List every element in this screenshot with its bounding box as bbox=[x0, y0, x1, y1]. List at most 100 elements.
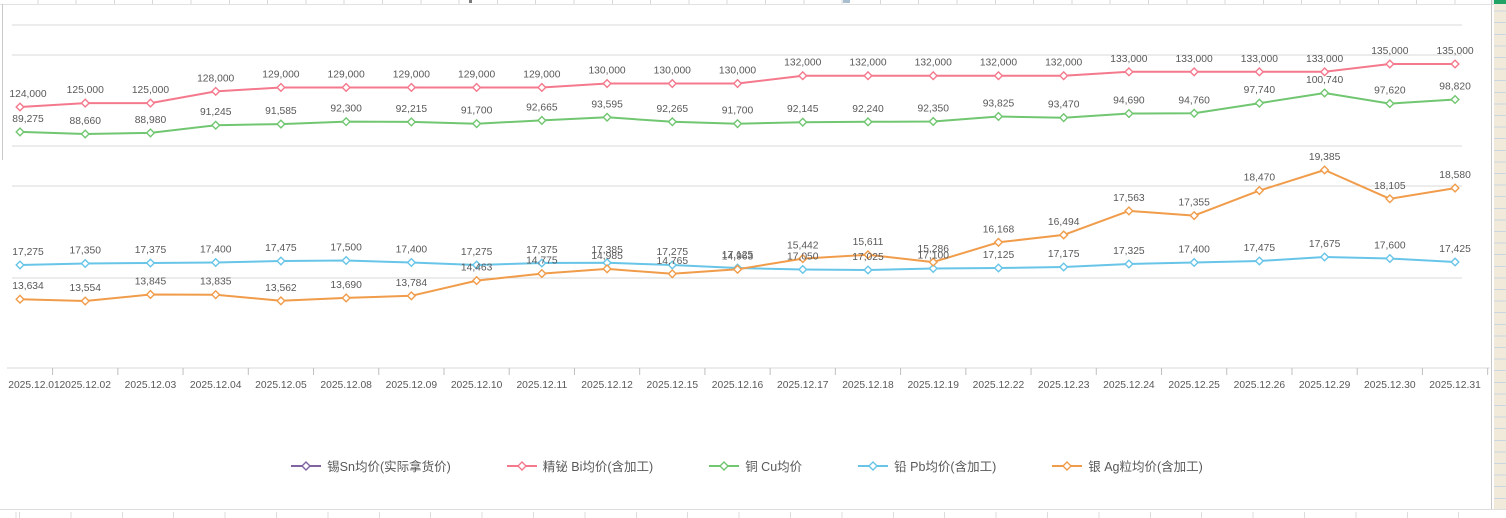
svg-text:13,562: 13,562 bbox=[265, 283, 297, 294]
svg-text:15,442: 15,442 bbox=[787, 241, 819, 252]
svg-text:133,000: 133,000 bbox=[1306, 54, 1343, 65]
svg-text:17,325: 17,325 bbox=[1113, 246, 1145, 257]
svg-text:129,000: 129,000 bbox=[458, 70, 495, 81]
cell-column-borders bbox=[0, 512, 1494, 518]
svg-text:16,494: 16,494 bbox=[1048, 217, 1080, 228]
svg-text:2025.12.12: 2025.12.12 bbox=[581, 380, 633, 391]
legend-marker-icon bbox=[858, 460, 888, 472]
legend-label: 银 Ag粒均价(含加工) bbox=[1088, 456, 1203, 475]
svg-text:2025.12.08: 2025.12.08 bbox=[320, 380, 372, 391]
svg-text:2025.12.11: 2025.12.11 bbox=[516, 380, 567, 391]
svg-text:2025.12.30: 2025.12.30 bbox=[1364, 380, 1416, 391]
svg-text:130,000: 130,000 bbox=[719, 66, 756, 77]
svg-text:14,985: 14,985 bbox=[591, 251, 623, 262]
svg-text:129,000: 129,000 bbox=[328, 70, 365, 81]
svg-text:17,400: 17,400 bbox=[396, 245, 428, 256]
svg-text:2025.12.02: 2025.12.02 bbox=[59, 380, 111, 391]
legend-marker-icon bbox=[709, 460, 739, 472]
svg-text:92,265: 92,265 bbox=[657, 104, 689, 115]
svg-text:92,350: 92,350 bbox=[917, 104, 949, 115]
svg-text:17,675: 17,675 bbox=[1309, 239, 1341, 250]
svg-text:97,620: 97,620 bbox=[1374, 86, 1406, 97]
svg-text:17,025: 17,025 bbox=[852, 252, 884, 263]
svg-text:2025.12.01: 2025.12.01 bbox=[8, 380, 60, 391]
green-selected-cell bbox=[1494, 0, 1506, 4]
svg-text:2025.12.17: 2025.12.17 bbox=[777, 380, 829, 391]
svg-text:2025.12.22: 2025.12.22 bbox=[973, 380, 1025, 391]
svg-text:17,400: 17,400 bbox=[1178, 245, 1210, 256]
svg-text:13,835: 13,835 bbox=[200, 277, 232, 288]
svg-text:132,000: 132,000 bbox=[1045, 58, 1082, 69]
svg-text:97,740: 97,740 bbox=[1244, 85, 1276, 96]
svg-text:17,475: 17,475 bbox=[265, 243, 297, 254]
svg-text:17,355: 17,355 bbox=[1178, 198, 1210, 209]
legend-marker-icon bbox=[507, 460, 537, 472]
svg-text:13,690: 13,690 bbox=[330, 280, 362, 291]
svg-text:92,665: 92,665 bbox=[526, 102, 558, 113]
svg-text:2025.12.25: 2025.12.25 bbox=[1168, 380, 1220, 391]
svg-text:18,470: 18,470 bbox=[1244, 173, 1276, 184]
svg-text:2025.12.19: 2025.12.19 bbox=[907, 380, 959, 391]
svg-text:14,765: 14,765 bbox=[657, 256, 689, 267]
svg-text:2025.12.09: 2025.12.09 bbox=[386, 380, 438, 391]
chart-left-border bbox=[2, 4, 3, 160]
svg-text:93,470: 93,470 bbox=[1048, 100, 1080, 111]
svg-text:17,400: 17,400 bbox=[200, 245, 232, 256]
svg-text:128,000: 128,000 bbox=[197, 73, 234, 84]
svg-text:94,760: 94,760 bbox=[1178, 95, 1210, 106]
svg-text:13,784: 13,784 bbox=[396, 278, 428, 289]
svg-text:100,740: 100,740 bbox=[1306, 75, 1343, 86]
svg-text:2025.12.10: 2025.12.10 bbox=[451, 380, 503, 391]
svg-text:17,350: 17,350 bbox=[69, 246, 101, 257]
excel-sheet-view: 124,000125,000125,000128,000129,000129,0… bbox=[0, 0, 1506, 518]
legend-marker-icon bbox=[1052, 460, 1082, 472]
svg-text:129,000: 129,000 bbox=[393, 70, 430, 81]
svg-text:2025.12.05: 2025.12.05 bbox=[255, 380, 307, 391]
svg-text:98,820: 98,820 bbox=[1439, 82, 1471, 93]
legend-item-series-2[interactable]: 铜 Cu均价 bbox=[709, 456, 802, 475]
legend-marker-icon bbox=[291, 460, 321, 472]
svg-text:17,050: 17,050 bbox=[787, 252, 819, 263]
svg-text:88,980: 88,980 bbox=[135, 115, 167, 126]
svg-text:17,375: 17,375 bbox=[526, 245, 558, 256]
svg-text:19,385: 19,385 bbox=[1309, 152, 1341, 163]
svg-text:88,660: 88,660 bbox=[69, 116, 101, 127]
svg-text:133,000: 133,000 bbox=[1110, 54, 1147, 65]
svg-text:2025.12.31: 2025.12.31 bbox=[1429, 380, 1481, 391]
svg-text:93,825: 93,825 bbox=[983, 99, 1015, 110]
svg-text:16,168: 16,168 bbox=[983, 224, 1015, 235]
svg-text:13,554: 13,554 bbox=[69, 283, 101, 294]
legend-item-series-1[interactable]: 精铋 Bi均价(含加工) bbox=[507, 456, 653, 475]
svg-text:133,000: 133,000 bbox=[1176, 54, 1213, 65]
svg-text:92,215: 92,215 bbox=[396, 104, 428, 115]
legend-item-series-3[interactable]: 铅 Pb均价(含加工) bbox=[858, 456, 996, 475]
metal-price-line-chart[interactable]: 124,000125,000125,000128,000129,000129,0… bbox=[0, 0, 1494, 518]
sheet-cells-right-strip bbox=[1494, 0, 1506, 518]
svg-text:132,000: 132,000 bbox=[915, 58, 952, 69]
svg-text:92,300: 92,300 bbox=[330, 104, 362, 115]
svg-text:2025.12.03: 2025.12.03 bbox=[125, 380, 177, 391]
svg-text:2025.12.15: 2025.12.15 bbox=[647, 380, 699, 391]
svg-text:17,425: 17,425 bbox=[1439, 244, 1471, 255]
svg-text:13,845: 13,845 bbox=[135, 277, 167, 288]
svg-text:13,634: 13,634 bbox=[12, 281, 44, 292]
sheet-bottom-row bbox=[0, 509, 1506, 518]
svg-text:91,700: 91,700 bbox=[722, 106, 754, 117]
svg-text:129,000: 129,000 bbox=[262, 70, 299, 81]
svg-text:17,275: 17,275 bbox=[461, 247, 493, 258]
svg-text:129,000: 129,000 bbox=[523, 70, 560, 81]
svg-text:125,000: 125,000 bbox=[67, 85, 104, 96]
svg-text:91,700: 91,700 bbox=[461, 106, 493, 117]
svg-text:17,125: 17,125 bbox=[983, 250, 1015, 261]
svg-text:17,475: 17,475 bbox=[1244, 243, 1276, 254]
svg-text:2025.12.16: 2025.12.16 bbox=[712, 380, 764, 391]
svg-text:124,000: 124,000 bbox=[9, 89, 46, 100]
legend-item-series-0[interactable]: 锡Sn均价(实际拿货价) bbox=[291, 456, 451, 475]
svg-text:133,000: 133,000 bbox=[1241, 54, 1278, 65]
svg-text:91,585: 91,585 bbox=[265, 106, 297, 117]
svg-text:93,595: 93,595 bbox=[591, 99, 623, 110]
svg-text:2025.12.24: 2025.12.24 bbox=[1103, 380, 1155, 391]
legend-label: 锡Sn均价(实际拿货价) bbox=[327, 456, 451, 475]
legend-item-series-4[interactable]: 银 Ag粒均价(含加工) bbox=[1052, 456, 1203, 475]
svg-text:17,375: 17,375 bbox=[135, 245, 167, 256]
